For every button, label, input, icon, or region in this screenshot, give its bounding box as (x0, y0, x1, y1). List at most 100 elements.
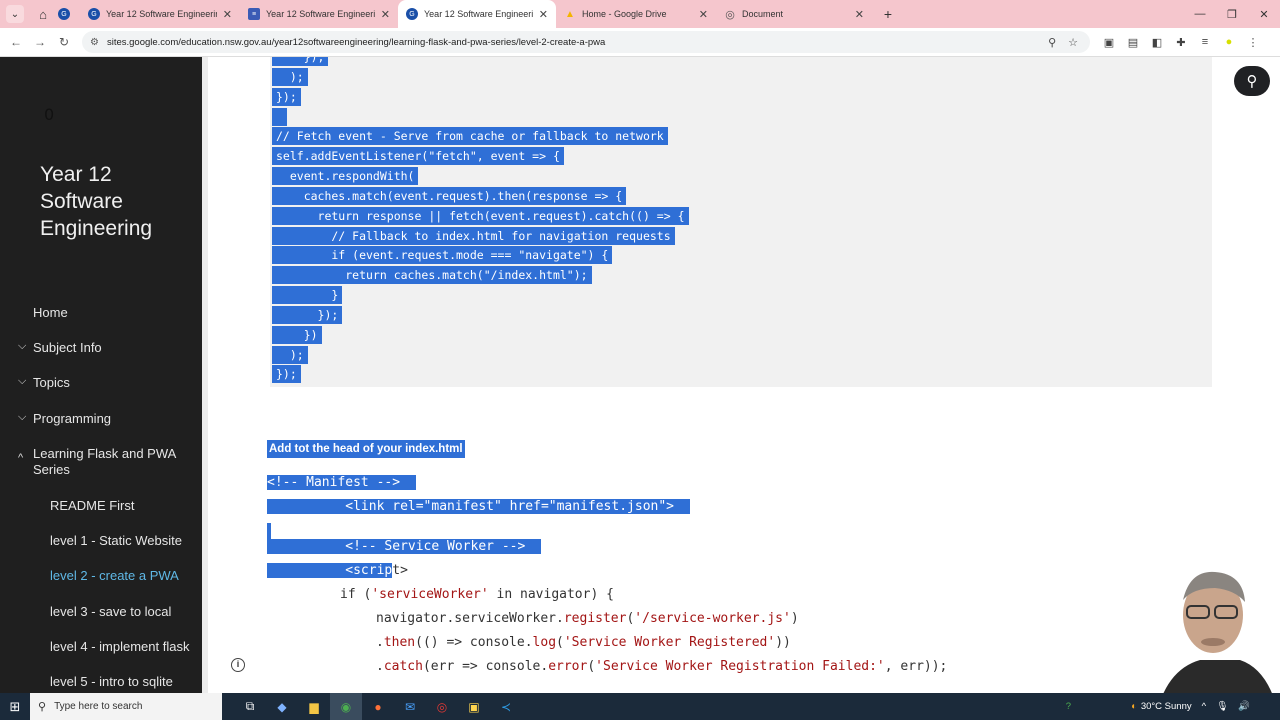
weather-icon[interactable]: ◐ (1131, 701, 1137, 712)
tab-title: Year 12 Software Engineering · (424, 9, 533, 19)
close-tab-icon[interactable]: ✕ (381, 8, 390, 21)
code-line: // Fetch event - Serve from cache or fal… (272, 126, 668, 146)
sidebar-item-label: level 1 - Static Website (50, 533, 182, 548)
browser-tab-pinned[interactable]: G (54, 0, 80, 28)
file-explorer-icon[interactable]: ▆ (298, 693, 330, 720)
code-line: self.addEventListener("fetch", event => … (272, 146, 564, 166)
tab-title: Year 12 Software Engineering (106, 9, 217, 19)
search-icon: ⚲ (38, 701, 47, 713)
sidebar-item-label: Subject Info (33, 340, 102, 355)
windows-start-icon[interactable]: ⊞ (0, 699, 30, 715)
minimize-icon[interactable]: — (1184, 0, 1216, 28)
home-icon[interactable]: ⌂ (32, 3, 54, 25)
back-arrow-icon[interactable]: ← (4, 35, 28, 49)
chevron-down-icon[interactable]: ⌵ (18, 340, 26, 353)
bookmark-star-icon[interactable]: ☆ (1068, 36, 1078, 49)
sidebar-item-label: README First (50, 498, 135, 513)
taskbar-search-box[interactable]: ⚲ Type here to search (30, 693, 222, 720)
code-line: } (272, 285, 343, 305)
close-tab-icon[interactable]: ✕ (855, 8, 864, 21)
code-line: }); (272, 87, 301, 107)
chrome-icon[interactable]: ◉ (330, 693, 362, 720)
code-line: }) (272, 325, 322, 345)
address-bar[interactable]: ⚙ sites.google.com/education.nsw.gov.au/… (82, 31, 1090, 53)
extension-icon[interactable]: ▣ (1098, 36, 1120, 49)
mail-icon[interactable]: ✉ (394, 693, 426, 720)
site-search-button[interactable]: ⚲ (1234, 66, 1270, 96)
browser-tab-active[interactable]: G Year 12 Software Engineering · ✕ (398, 0, 556, 28)
reading-list-icon[interactable]: ≡ (1194, 36, 1216, 48)
google-drive-favicon-icon: ▲ (565, 8, 575, 20)
page-content: }); ); }); // Fetch event - Serve from c… (208, 57, 1280, 693)
document-favicon-icon: ≡ (248, 8, 260, 20)
info-icon[interactable]: i (231, 658, 245, 672)
sidebar-item-label: Programming (33, 411, 112, 426)
weather-text[interactable]: 30°C Sunny (1141, 701, 1192, 712)
url-text[interactable]: sites.google.com/education.nsw.gov.au/ye… (107, 37, 1048, 48)
code-line: return response || fetch(event.request).… (272, 206, 689, 226)
sidebar-item-label: Home (33, 305, 68, 320)
microphone-icon[interactable]: 🎙 (1216, 701, 1228, 712)
search-placeholder: Type here to search (54, 701, 143, 712)
browser-tab[interactable]: ◎ Document ✕ (716, 0, 872, 28)
tab-search-menu-icon[interactable]: ⌄ (6, 5, 24, 23)
extension-icon[interactable]: ▤ (1122, 36, 1144, 49)
sidebar-item-label: level 2 - create a PWA (50, 568, 179, 583)
copilot-icon[interactable]: ◆ (266, 693, 298, 720)
close-window-icon[interactable]: ✕ (1248, 0, 1280, 28)
code-line: .then(() => console.log('Service Worker … (376, 635, 791, 650)
extensions-puzzle-icon[interactable]: ✚ (1170, 36, 1192, 49)
volume-icon[interactable]: 🔊 (1238, 701, 1250, 712)
vscode-icon[interactable]: ≺ (490, 693, 522, 720)
close-tab-icon[interactable]: ✕ (223, 8, 232, 21)
site-title[interactable]: Year 12 Software Engineering (40, 161, 190, 242)
browser-tab[interactable]: ≡ Year 12 Software Engineering ✕ (240, 0, 398, 28)
app-icon[interactable]: ▣ (458, 693, 490, 720)
new-tab-button[interactable]: + (876, 6, 900, 22)
site-sidebar: 0 Year 12 Software Engineering Home ⌵ Su… (0, 57, 202, 693)
task-view-icon[interactable]: ⧉ (234, 693, 266, 720)
code-line: navigator.serviceWorker.register('/servi… (376, 611, 799, 626)
sidebar-item-label: level 3 - save to local (50, 604, 172, 619)
chrome-profile-icon[interactable]: ◎ (426, 693, 458, 720)
code-line: .catch(err => console.error('Service Wor… (376, 659, 948, 674)
close-tab-icon[interactable]: ✕ (539, 8, 548, 21)
google-sites-favicon-icon: G (406, 8, 418, 20)
code-line: ); (272, 345, 308, 365)
search-icon: ⚲ (1246, 73, 1258, 90)
zoom-icon[interactable]: ⚲ (1048, 36, 1056, 49)
forward-arrow-icon[interactable]: → (28, 35, 52, 49)
browser-toolbar: ← → ↻ ⚙ sites.google.com/education.nsw.g… (0, 28, 1280, 57)
close-tab-icon[interactable]: ✕ (699, 8, 708, 21)
chevron-up-icon[interactable]: ^ (18, 452, 23, 464)
tab-title: Document (742, 9, 784, 19)
sidebar-item-label: level 4 - implement flask (50, 639, 190, 654)
browser-menu-icon[interactable]: ⋮ (1242, 36, 1264, 49)
profile-avatar-icon[interactable]: ● (1218, 36, 1240, 48)
tray-chevron-icon[interactable]: ^ (1202, 701, 1206, 712)
browser-tab[interactable]: G Year 12 Software Engineering ✕ (80, 0, 240, 28)
extension-icon[interactable]: ◧ (1146, 36, 1168, 49)
google-sites-favicon-icon: G (88, 8, 100, 20)
code-line: ); (272, 67, 308, 87)
code-line: caches.match(event.request).then(respons… (272, 186, 627, 206)
site-info-icon[interactable]: ⚙ (90, 37, 99, 48)
code-line: return caches.match("/index.html"); (272, 265, 592, 285)
code-line: }); (272, 305, 343, 325)
site-logo[interactable]: 0 (44, 105, 54, 124)
globe-favicon-icon: ◎ (725, 8, 735, 21)
restore-icon[interactable]: ❐ (1216, 0, 1248, 28)
google-sites-favicon-icon: G (58, 8, 70, 20)
reload-icon[interactable]: ↻ (52, 35, 76, 49)
sidebar-item-label: Learning Flask and PWA Series (33, 446, 176, 477)
code-line (272, 107, 287, 127)
help-icon[interactable]: ? (1066, 701, 1071, 712)
browser-tab[interactable]: ▲ Home - Google Drive ✕ (556, 0, 716, 28)
code-line-empty-selection (267, 523, 271, 539)
chevron-down-icon[interactable]: ⌵ (18, 411, 26, 424)
browser-tab-strip: ⌄ ⌂ G G Year 12 Software Engineering ✕ ≡… (0, 0, 1280, 28)
firefox-icon[interactable]: ● (362, 693, 394, 720)
service-worker-code-block[interactable]: }); ); }); // Fetch event - Serve from c… (270, 57, 1212, 387)
chevron-down-icon[interactable]: ⌵ (18, 375, 26, 388)
sidebar-item-label: level 5 - intro to sqlite (50, 674, 173, 689)
